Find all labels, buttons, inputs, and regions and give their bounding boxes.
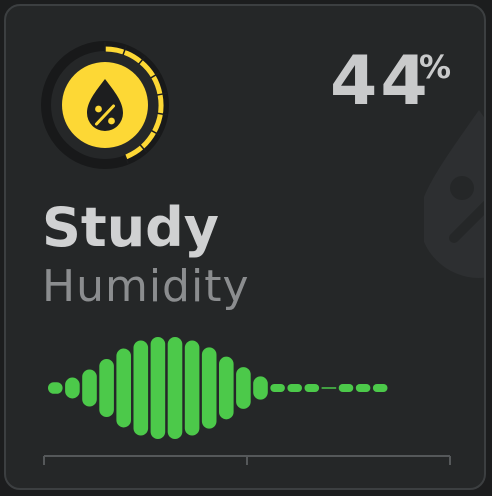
humidity-unit: % — [419, 48, 452, 86]
history-bar — [270, 384, 285, 392]
history-bar — [116, 348, 131, 428]
history-bar — [304, 384, 320, 392]
history-bar — [167, 336, 183, 440]
sensor-label: Humidity — [42, 261, 250, 312]
history-bar — [338, 384, 354, 392]
history-bar — [184, 340, 200, 436]
history-bar — [48, 382, 63, 394]
history-bar — [82, 369, 97, 407]
history-bar — [133, 340, 149, 436]
humidity-value: 44 — [330, 42, 431, 121]
humidity-history-graph[interactable] — [40, 320, 460, 470]
history-bar — [219, 356, 234, 420]
history-bar — [287, 384, 302, 392]
history-bars — [48, 336, 388, 440]
history-bar — [355, 384, 371, 392]
history-bar — [99, 359, 114, 417]
room-name: Study — [42, 196, 220, 259]
history-bar — [201, 347, 217, 429]
humidity-ring-icon — [41, 41, 169, 169]
history-bar — [65, 377, 80, 399]
humidity-watermark-icon — [424, 110, 484, 278]
history-bar — [236, 367, 251, 409]
history-bar — [372, 384, 388, 392]
history-bar — [253, 376, 268, 400]
humidity-card[interactable]: 44 % Study Humidity — [4, 4, 486, 490]
history-bar — [150, 336, 166, 440]
time-axis — [43, 455, 451, 465]
